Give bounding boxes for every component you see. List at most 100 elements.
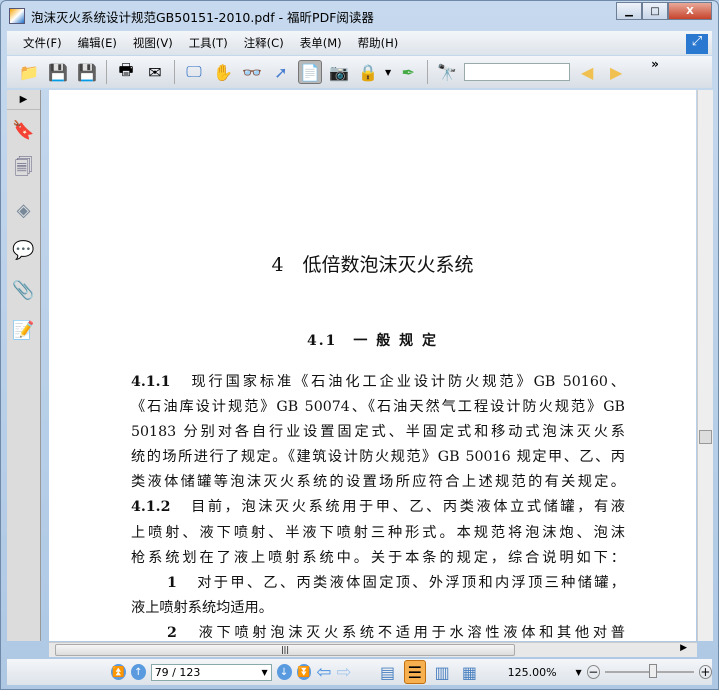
zoom-slider-handle[interactable]: [648, 664, 657, 678]
document-body: 4.1.1 现行国家标准《石油化工企业设计防火规范》GB 50160、《石油库设计…: [131, 370, 625, 641]
menu-help[interactable]: 帮助(H): [358, 35, 399, 51]
text-select-icon[interactable]: 📄: [298, 60, 322, 84]
hand-tool-icon[interactable]: ✋: [211, 60, 235, 84]
sign-pen-icon[interactable]: ✒: [396, 60, 420, 84]
find-previous-icon[interactable]: ◀: [575, 60, 599, 84]
layers-icon[interactable]: ◈: [7, 190, 40, 230]
fullscreen-monitor-icon[interactable]: 🖵: [182, 60, 206, 84]
chevron-down-icon[interactable]: ▼: [385, 68, 391, 77]
line-text: 对于甲、乙、丙类液体固定顶、外浮顶和内浮顶三种储罐，: [194, 574, 625, 591]
vertical-scrollbar[interactable]: [697, 90, 713, 641]
next-page-icon[interactable]: ↓: [276, 664, 292, 680]
toolbar-overflow[interactable]: »: [651, 57, 659, 71]
clause-number: 1: [167, 574, 177, 591]
find-next-icon[interactable]: ▶: [604, 60, 628, 84]
read-glasses-icon[interactable]: 👓: [240, 60, 264, 84]
text-line: 4.1.2 目前，泡沫灭火系统用于甲、乙、丙类液体立式储罐，有液: [131, 495, 625, 520]
fullscreen-icon[interactable]: ⤢: [686, 34, 708, 54]
first-page-icon[interactable]: ⏫: [111, 664, 126, 680]
horizontal-scroll-thumb[interactable]: |||: [55, 644, 515, 656]
clause-number: 2: [167, 624, 177, 641]
app-logo-icon: [9, 8, 25, 24]
signature-icon[interactable]: 📝: [7, 310, 40, 350]
divider: [427, 60, 429, 84]
maximize-button[interactable]: □: [642, 2, 668, 20]
text-line: 枪系统划在了液上喷射系统中。关于本条的规定，综合说明如下：: [131, 546, 625, 571]
text-line: 液上喷射系统均适用。: [131, 596, 625, 621]
clause-number: 4.1.2: [131, 499, 171, 516]
open-folder-icon[interactable]: 📁: [17, 60, 41, 84]
forward-arrow-icon[interactable]: ⇨: [336, 662, 351, 683]
print-icon[interactable]: 🖶: [114, 60, 138, 84]
zoom-out-icon[interactable]: −: [586, 665, 600, 679]
rms-lock-icon[interactable]: 🔒: [356, 60, 380, 84]
line-text: 液下喷射泡沫灭火系统不适用于水溶性液体和其他对普: [194, 624, 625, 641]
comments-icon[interactable]: 💬: [7, 230, 40, 270]
chapter-title: 4 低倍数泡沫灭火系统: [271, 254, 474, 276]
text-line: 50183 分别对各自行业设置固定式、半固定式和移动式泡沫灭火系: [131, 420, 625, 445]
text-line: 上喷射、液下喷射、半液下喷射三种形式。本规范将泡沫炮、泡沫: [131, 521, 625, 546]
line-text: 枪系统划在了液上喷射系统中。关于本条的规定，综合说明如下：: [131, 549, 625, 566]
save-as-icon[interactable]: 💾: [75, 60, 99, 84]
line-text: 类液体储罐等泡沫灭火系统的设置场所应符合上述规范的有关规定。: [131, 474, 625, 491]
binoculars-icon[interactable]: 🔭: [435, 60, 459, 84]
menu-file[interactable]: 文件(F): [23, 35, 62, 51]
text-line: 4.1.1 现行国家标准《石油化工企业设计防火规范》GB 50160、: [131, 370, 625, 395]
pdf-page: 4 低倍数泡沫灭火系统 4.1 一 般 规 定 4.1.1 现行国家标准《石油化工…: [49, 90, 696, 641]
line-text: 目前，泡沫灭火系统用于甲、乙、丙类液体立式储罐，有液: [188, 499, 626, 516]
menu-view[interactable]: 视图(V): [133, 35, 173, 51]
page-number-input[interactable]: 79 / 123 ▼: [150, 663, 272, 681]
save-icon[interactable]: 💾: [46, 60, 70, 84]
back-arrow-icon[interactable]: ⇦: [316, 662, 331, 683]
text-line: 统的场所进行了规定。《建筑设计防火规范》GB 50016 规定甲、乙、丙: [131, 445, 625, 470]
continuous-page-icon[interactable]: ☰: [403, 660, 427, 684]
last-page-icon[interactable]: ⏬: [296, 664, 312, 680]
single-page-icon[interactable]: ▤: [376, 660, 398, 684]
app-window: 泡沫灭火系统设计规范GB50151-2010.pdf - 福昕PDF阅读器 ▁ …: [0, 0, 719, 690]
menu-tools[interactable]: 工具(T): [189, 35, 228, 51]
status-bar: ⏫ ↑ 79 / 123 ▼ ↓ ⏬ ⇦ ⇨ ▤ ☰ ▥ ▦ 125.00% ▼ …: [7, 659, 712, 685]
snapshot-camera-icon[interactable]: 📷: [327, 60, 351, 84]
navigation-sidebar: ▶ 🔖 🗐 ◈ 💬 📎 📝: [7, 90, 41, 641]
text-line: 1 对于甲、乙、丙类液体固定顶、外浮顶和内浮顶三种储罐，: [131, 571, 625, 596]
bookmarks-icon[interactable]: 🔖: [7, 110, 40, 150]
line-text: 50183 分别对各自行业设置固定式、半固定式和移动式泡沫灭火系: [131, 424, 625, 441]
text-line: 2 液下喷射泡沫灭火系统不适用于水溶性液体和其他对普: [131, 621, 625, 641]
select-arrow-icon[interactable]: ➚: [269, 60, 293, 84]
divider: [106, 60, 107, 84]
facing-page-icon[interactable]: ▥: [431, 660, 453, 684]
expand-panel-arrow-icon[interactable]: ▶: [7, 90, 40, 110]
text-line: 《石油库设计规范》GB 50074、《石油天然气工程设计防火规范》GB: [131, 395, 625, 420]
horizontal-scrollbar[interactable]: ||| ▶: [49, 642, 697, 657]
window-title: 泡沫灭火系统设计规范GB50151-2010.pdf - 福昕PDF阅读器: [31, 9, 374, 25]
line-text: 统的场所进行了规定。《建筑设计防火规范》GB 50016 规定甲、乙、丙: [131, 449, 625, 466]
clause-number: 4.1.1: [131, 374, 171, 390]
chevron-down-icon[interactable]: ▼: [576, 668, 582, 677]
line-text: 液上喷射系统均适用。: [131, 599, 273, 616]
continuous-facing-icon[interactable]: ▦: [458, 660, 480, 684]
close-button[interactable]: X: [668, 2, 712, 20]
email-icon[interactable]: ✉: [143, 60, 167, 84]
minimize-button[interactable]: ▁: [616, 2, 642, 20]
zoom-in-icon[interactable]: +: [698, 665, 712, 679]
previous-page-icon[interactable]: ↑: [130, 664, 146, 680]
menu-form[interactable]: 表单(M): [300, 35, 342, 51]
menu-bar: 文件(F) 编辑(E) 视图(V) 工具(T) 注释(C) 表单(M) 帮助(H…: [7, 31, 712, 55]
section-title: 4.1 一 般 规 定: [307, 333, 438, 349]
chevron-down-icon[interactable]: ▼: [262, 668, 271, 677]
page-number: 79 / 123: [154, 665, 201, 679]
text-line: 类液体储罐等泡沫灭火系统的设置场所应符合上述规范的有关规定。: [131, 470, 625, 495]
scroll-right-arrow-icon[interactable]: ▶: [680, 643, 687, 653]
menu-comment[interactable]: 注释(C): [244, 35, 284, 51]
zoom-level[interactable]: 125.00%: [508, 666, 557, 679]
menu-edit[interactable]: 编辑(E): [78, 35, 117, 51]
pages-icon[interactable]: 🗐: [7, 150, 40, 190]
line-text: 上喷射、液下喷射、半液下喷射三种形式。本规范将泡沫炮、泡沫: [131, 524, 625, 541]
line-text: 现行国家标准《石油化工企业设计防火规范》GB 50160、: [188, 374, 626, 390]
search-input[interactable]: [464, 63, 571, 81]
zoom-slider[interactable]: [604, 664, 694, 678]
title-bar: 泡沫灭火系统设计规范GB50151-2010.pdf - 福昕PDF阅读器: [9, 5, 374, 27]
divider: [174, 60, 175, 84]
attachments-icon[interactable]: 📎: [7, 270, 40, 310]
vertical-scroll-thumb[interactable]: [699, 430, 712, 444]
